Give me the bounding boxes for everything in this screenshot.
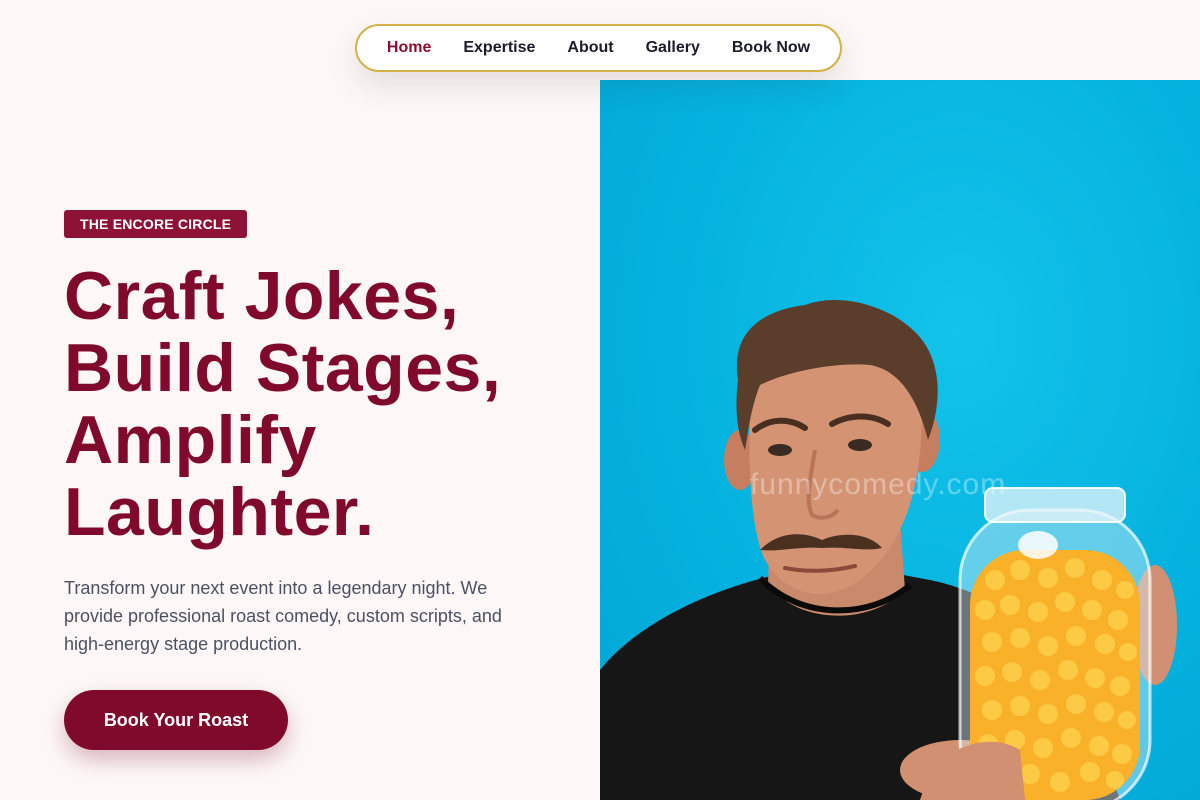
headline-line-3: Amplify	[64, 402, 317, 478]
headline-line-4: Laughter.	[64, 474, 375, 550]
hero-content: THE ENCORE CIRCLE Craft Jokes, Build Sta…	[64, 210, 584, 676]
hero-description: Transform your next event into a legenda…	[64, 578, 502, 654]
nav-gallery[interactable]: Gallery	[646, 39, 700, 57]
hero-headline: Craft Jokes, Build Stages, Amplify Laugh…	[64, 260, 584, 548]
nav-book-now[interactable]: Book Now	[732, 39, 810, 57]
headline-line-2: Build Stages,	[64, 330, 502, 406]
brand-badge: THE ENCORE CIRCLE	[64, 210, 248, 238]
comedian-illustration	[600, 299, 1177, 800]
nav-home[interactable]: Home	[387, 39, 431, 57]
main-nav: Home Expertise About Gallery Book Now	[355, 24, 842, 72]
nav-about[interactable]: About	[567, 39, 613, 57]
landing-page: Home Expertise About Gallery Book Now TH…	[0, 0, 1200, 800]
nav-expertise[interactable]: Expertise	[463, 39, 535, 57]
headline-line-1: Craft Jokes,	[64, 258, 460, 334]
book-your-roast-button[interactable]: Book Your Roast	[64, 690, 288, 750]
photo-watermark: funnycomedy.com	[750, 468, 1007, 501]
hero-photo: funnycomedy.com	[600, 80, 1200, 800]
